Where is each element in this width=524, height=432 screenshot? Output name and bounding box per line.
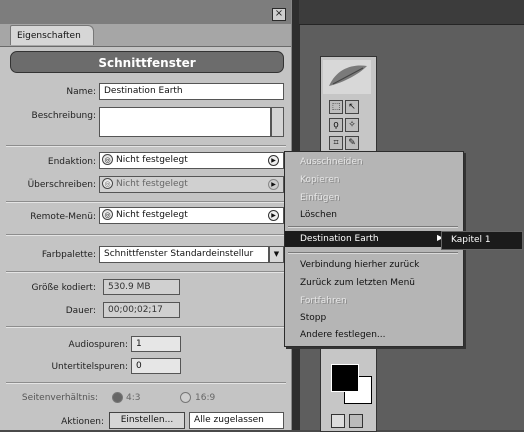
actions-settings-button[interactable]: Einstellen...: [109, 412, 185, 429]
panel-title: Schnittfenster: [10, 51, 284, 73]
audio-tracks-label: Audiospuren:: [68, 340, 128, 350]
separator: [6, 201, 286, 203]
menu-item-cut[interactable]: Ausschneiden: [300, 157, 363, 167]
menu-item-destination-earth[interactable]: Destination Earth ▶: [285, 231, 462, 247]
description-scrollbar[interactable]: [271, 107, 284, 137]
quick-mask-icon[interactable]: [349, 414, 363, 428]
separator: [6, 382, 286, 384]
menu-separator: [288, 226, 458, 228]
remote-menu-arrow-icon[interactable]: ▶: [268, 210, 279, 221]
marquee-tool-icon[interactable]: ⬚: [329, 100, 343, 114]
override-arrow-icon[interactable]: ▶: [268, 179, 279, 190]
subtitle-tracks-label: Untertitelspuren:: [51, 362, 128, 372]
duration-label: Dauer:: [65, 306, 96, 316]
foreground-color-swatch[interactable]: [331, 364, 359, 392]
encoded-size-label: Größe kodiert:: [31, 283, 96, 293]
palette-label: Farbpalette:: [41, 250, 96, 260]
menu-item-label: Destination Earth: [300, 234, 379, 244]
menu-item-return-last-menu[interactable]: Zurück zum letzten Menü: [300, 278, 415, 288]
duration-value: 00;00;02;17: [103, 302, 180, 318]
lasso-tool-icon[interactable]: ϙ: [329, 118, 343, 132]
name-label: Name:: [66, 87, 96, 97]
separator: [6, 145, 286, 147]
end-action-label: Endaktion:: [47, 157, 96, 167]
actions-value: Alle zugelassen: [189, 412, 284, 429]
subtitle-tracks-field[interactable]: 0: [131, 358, 181, 374]
menu-item-stop[interactable]: Stopp: [300, 313, 326, 323]
override-value: Nicht festgelegt: [116, 179, 188, 189]
aspect-169-radio[interactable]: [180, 392, 191, 403]
menu-item-set-other[interactable]: Andere festlegen...: [300, 330, 386, 340]
name-field[interactable]: Destination Earth: [99, 83, 284, 100]
aspect-43-label: 4:3: [126, 393, 141, 403]
panel-titlebar[interactable]: [0, 0, 291, 24]
menu-item-copy[interactable]: Kopieren: [300, 175, 339, 185]
eyedropper-tool-icon[interactable]: ✎: [345, 136, 359, 150]
menu-item-paste[interactable]: Einfügen: [300, 193, 340, 203]
end-action-value: Nicht festgelegt: [116, 155, 188, 165]
encoded-size-value: 530.9 MB: [103, 279, 180, 295]
workspace-titlebar: [299, 0, 524, 25]
audio-tracks-field[interactable]: 1: [131, 336, 181, 352]
toolbox-logo: [323, 60, 371, 94]
crop-tool-icon[interactable]: ⌗: [329, 136, 343, 150]
remote-menu-dropdown[interactable]: ◎ Nicht festgelegt: [99, 207, 284, 224]
link-icon: ◎: [102, 178, 113, 189]
magic-wand-icon[interactable]: ✧: [345, 118, 359, 132]
remote-menu-value: Nicht festgelegt: [116, 210, 188, 220]
menu-item-delete[interactable]: Löschen: [300, 210, 337, 220]
separator: [6, 326, 286, 328]
link-icon: ◎: [102, 154, 113, 165]
menu-separator: [288, 252, 458, 254]
description-field[interactable]: [99, 107, 271, 137]
actions-label: Aktionen:: [61, 417, 104, 427]
override-label: Überschreiben:: [27, 180, 96, 190]
separator: [6, 234, 286, 236]
link-icon: ◎: [102, 209, 113, 220]
close-panel-button[interactable]: ×: [272, 8, 286, 21]
feather-icon: [329, 65, 367, 86]
pointer-tool-icon[interactable]: ↖: [345, 100, 359, 114]
tab-properties[interactable]: Eigenschaften: [10, 25, 94, 45]
separator: [6, 271, 286, 273]
aspect-169-label: 16:9: [195, 393, 216, 403]
description-label: Beschreibung:: [31, 111, 96, 121]
end-action-arrow-icon[interactable]: ▶: [268, 155, 279, 166]
submenu: Kapitel 1: [441, 231, 523, 250]
remote-menu-label: Remote-Menü:: [30, 212, 96, 222]
palette-select[interactable]: Schnittfenster Standardeinstellur: [99, 246, 269, 263]
menu-item-continue[interactable]: Fortfahren: [300, 296, 347, 306]
submenu-item-chapter-1[interactable]: Kapitel 1: [451, 235, 491, 245]
standard-mode-icon[interactable]: [331, 414, 345, 428]
menu-item-link-back[interactable]: Verbindung hierher zurück: [300, 260, 419, 270]
end-action-dropdown[interactable]: ◎ Nicht festgelegt: [99, 152, 284, 169]
aspect-ratio-label: Seitenverhältnis:: [21, 393, 98, 403]
chevron-down-icon[interactable]: ▼: [269, 246, 284, 263]
aspect-43-radio[interactable]: [112, 392, 123, 403]
override-dropdown[interactable]: ◎ Nicht festgelegt: [99, 176, 284, 193]
